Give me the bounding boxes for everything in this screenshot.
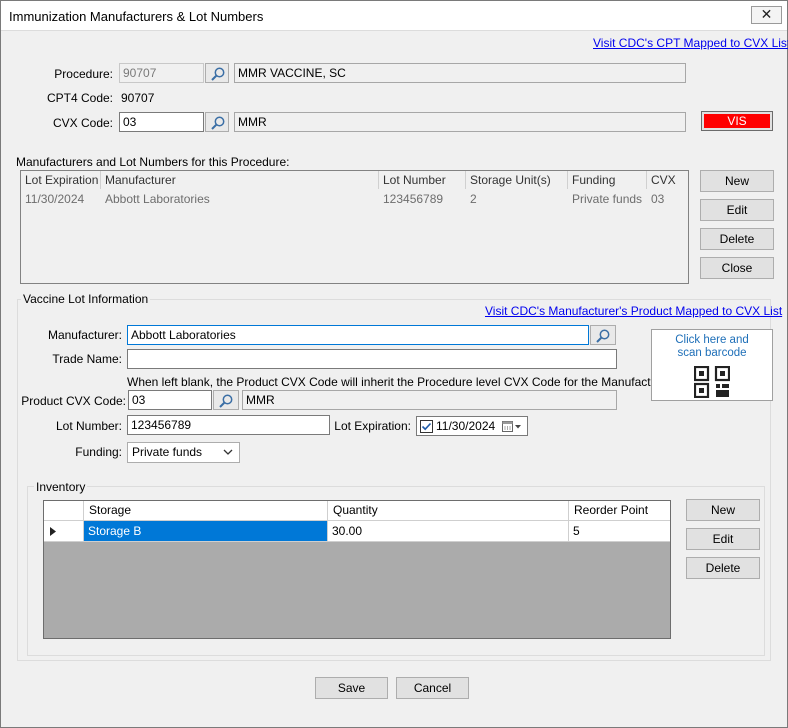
cvx-search-button[interactable] (205, 112, 229, 132)
manufacturer-search-button[interactable] (590, 325, 616, 345)
lot-close-button[interactable]: Close (700, 257, 774, 279)
table-row[interactable]: Storage B 30.00 5 (44, 521, 670, 542)
product-cvx-code-input[interactable]: 03 (128, 390, 212, 410)
row-selector[interactable] (44, 521, 84, 541)
column-header-lot-number[interactable]: Lot Number (379, 171, 466, 189)
column-header-cvx[interactable]: CVX (647, 171, 688, 189)
row-cvx: 03 (651, 192, 665, 206)
product-cvx-hint: When left blank, the Product CVX Code wi… (127, 375, 675, 389)
barcode-text-line-2: scan barcode (677, 347, 747, 359)
cell-storage[interactable]: Storage B (84, 521, 328, 541)
cell-quantity[interactable]: 30.00 (328, 521, 569, 541)
search-icon (596, 329, 610, 343)
procedure-search-button[interactable] (205, 63, 229, 83)
lot-edit-button[interactable]: Edit (700, 199, 774, 221)
manufacturer-label: Manufacturer: (47, 328, 122, 342)
inventory-delete-button[interactable]: Delete (686, 557, 760, 579)
vis-label: VIS (704, 114, 770, 128)
calendar-icon[interactable] (502, 420, 524, 433)
cpt-cvx-link[interactable]: Visit CDC's CPT Mapped to CVX List (593, 36, 788, 50)
column-header-manufacturer[interactable]: Manufacturer (101, 171, 379, 189)
product-cvx-label: Product CVX Code: (21, 394, 126, 408)
mfr-product-link[interactable]: Visit CDC's Manufacturer's Product Mappe… (485, 304, 782, 318)
cvx-label: CVX Code: (52, 116, 113, 130)
chevron-down-icon (223, 449, 233, 455)
title-bar: Immunization Manufacturers & Lot Numbers… (1, 1, 787, 31)
row-header-corner (44, 501, 84, 521)
funding-value: Private funds (132, 445, 203, 459)
window-title: Immunization Manufacturers & Lot Numbers (9, 9, 264, 24)
lot-expiration-label: Lot Expiration: (334, 419, 411, 433)
row-funding: Private funds (572, 192, 643, 206)
inventory-group-title: Inventory (34, 480, 88, 494)
column-header-storage-units[interactable]: Storage Unit(s) (466, 171, 568, 189)
scan-barcode-button[interactable]: Click here and scan barcode (651, 329, 773, 401)
product-cvx-description-field: MMR (242, 390, 617, 410)
trade-name-input[interactable] (127, 349, 617, 369)
dialog-window: Immunization Manufacturers & Lot Numbers… (0, 0, 788, 728)
lot-number-input[interactable]: 123456789 (127, 415, 330, 435)
search-icon (219, 394, 233, 408)
close-icon: ✕ (760, 6, 773, 22)
row-lot-number: 123456789 (383, 192, 444, 206)
procedure-code-field: 90707 (119, 63, 204, 83)
cvx-description-field: MMR (234, 112, 686, 132)
save-button[interactable]: Save (315, 677, 388, 699)
procedure-label: Procedure: (54, 67, 113, 81)
checkbox-icon[interactable] (420, 420, 433, 433)
column-header-funding[interactable]: Funding (568, 171, 647, 189)
cpt4-label: CPT4 Code: (46, 91, 113, 105)
lot-expiration-value: 11/30/2024 (436, 419, 496, 433)
cvx-code-input[interactable]: 03 (119, 112, 204, 132)
lot-new-button[interactable]: New (700, 170, 774, 192)
column-header-lot-expiration[interactable]: Lot Expiration (21, 171, 101, 189)
cancel-button[interactable]: Cancel (396, 677, 469, 699)
barcode-text-line-1: Click here and (675, 334, 749, 346)
vaccine-lot-group-title: Vaccine Lot Information (21, 292, 151, 306)
search-icon (211, 67, 225, 81)
funding-label: Funding: (75, 445, 122, 459)
cell-reorder-point[interactable]: 5 (569, 521, 670, 541)
cpt4-value: 90707 (121, 91, 155, 105)
inventory-edit-button[interactable]: Edit (686, 528, 760, 550)
trade-name-label: Trade Name: (52, 352, 122, 366)
qr-code-icon (693, 365, 731, 399)
manufacturer-input[interactable]: Abbott Laboratories (127, 325, 589, 345)
close-window-button[interactable]: ✕ (751, 6, 782, 24)
column-header-storage[interactable]: Storage (84, 501, 328, 521)
lot-number-label: Lot Number: (55, 419, 122, 433)
column-header-reorder-point[interactable]: Reorder Point (569, 501, 670, 521)
procedure-description-field: MMR VACCINE, SC (234, 63, 686, 83)
product-cvx-search-button[interactable] (213, 390, 239, 410)
column-header-quantity[interactable]: Quantity (328, 501, 569, 521)
lot-delete-button[interactable]: Delete (700, 228, 774, 250)
search-icon (211, 116, 225, 130)
lots-section-label: Manufacturers and Lot Numbers for this P… (16, 155, 290, 169)
lots-table[interactable]: Lot Expiration Manufacturer Lot Number S… (20, 170, 689, 284)
row-storage-units: 2 (470, 192, 477, 206)
funding-select[interactable]: Private funds (127, 442, 240, 463)
inventory-new-button[interactable]: New (686, 499, 760, 521)
vis-button[interactable]: VIS (701, 111, 773, 131)
lot-expiration-datepicker[interactable]: 11/30/2024 (416, 416, 528, 436)
row-lot-expiration: 11/30/2024 (25, 192, 85, 206)
row-manufacturer: Abbott Laboratories (105, 192, 210, 206)
row-pointer-icon (50, 527, 56, 536)
inventory-table[interactable]: Storage Quantity Reorder Point Storage B… (43, 500, 671, 639)
